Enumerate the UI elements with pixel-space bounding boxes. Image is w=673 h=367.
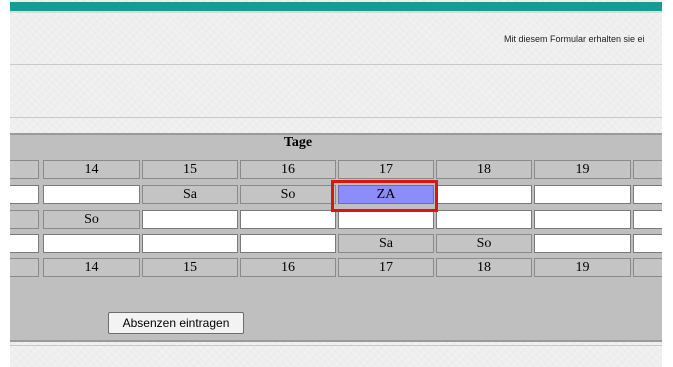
- absence-cell[interactable]: [534, 185, 631, 204]
- day-header-cell: 18: [436, 160, 532, 179]
- divider: [10, 345, 662, 346]
- absence-cell[interactable]: [338, 210, 434, 229]
- absence-cell[interactable]: [633, 185, 662, 204]
- za-absence-cell[interactable]: ZA: [338, 185, 434, 204]
- absence-cell[interactable]: [43, 185, 140, 204]
- top-color-bar: [10, 2, 662, 11]
- absence-cell[interactable]: [142, 210, 238, 229]
- absence-cell[interactable]: [240, 234, 336, 253]
- day-header-cell: 14: [43, 160, 140, 179]
- absence-cell[interactable]: [633, 234, 662, 253]
- absence-cell[interactable]: [534, 234, 631, 253]
- calendar-title: Tage: [283, 135, 313, 150]
- absence-cell[interactable]: [10, 185, 39, 204]
- top-bar-shadow: [10, 11, 662, 13]
- day-footer-cell: [10, 258, 39, 277]
- page: Mit diesem Formular erhalten sie ei Tage…: [10, 0, 662, 367]
- absence-cell[interactable]: [10, 234, 39, 253]
- submit-absences-button[interactable]: Absenzen eintragen: [108, 312, 244, 334]
- day-header-cell: 15: [142, 160, 238, 179]
- day-footer-cell: [633, 258, 662, 277]
- day-header-cell: [633, 160, 662, 179]
- day-header-cell: 19: [534, 160, 631, 179]
- day-header-cell: 16: [240, 160, 336, 179]
- divider: [10, 117, 662, 118]
- absence-cell[interactable]: [534, 210, 631, 229]
- day-footer-cell: 19: [534, 258, 631, 277]
- day-footer-cell: 17: [338, 258, 434, 277]
- day-footer-cell: 14: [43, 258, 140, 277]
- absence-cell[interactable]: [436, 210, 532, 229]
- weekend-cell: So: [43, 210, 140, 229]
- day-footer-cell: 15: [142, 258, 238, 277]
- absence-cell[interactable]: [43, 234, 140, 253]
- day-header-cell: [10, 160, 39, 179]
- absence-cell[interactable]: [240, 210, 336, 229]
- absence-cell[interactable]: [436, 185, 532, 204]
- divider: [10, 64, 662, 65]
- absence-cell[interactable]: [633, 210, 662, 229]
- day-header-cell: 17: [338, 160, 434, 179]
- weekend-cell: [10, 210, 39, 229]
- absence-cell[interactable]: [142, 234, 238, 253]
- weekend-cell: Sa: [142, 185, 238, 204]
- form-info-text: Mit diesem Formular erhalten sie ei: [504, 34, 645, 44]
- weekend-cell: Sa: [338, 234, 434, 253]
- weekend-cell: So: [436, 234, 532, 253]
- day-footer-cell: 18: [436, 258, 532, 277]
- weekend-cell: So: [240, 185, 336, 204]
- day-footer-cell: 16: [240, 258, 336, 277]
